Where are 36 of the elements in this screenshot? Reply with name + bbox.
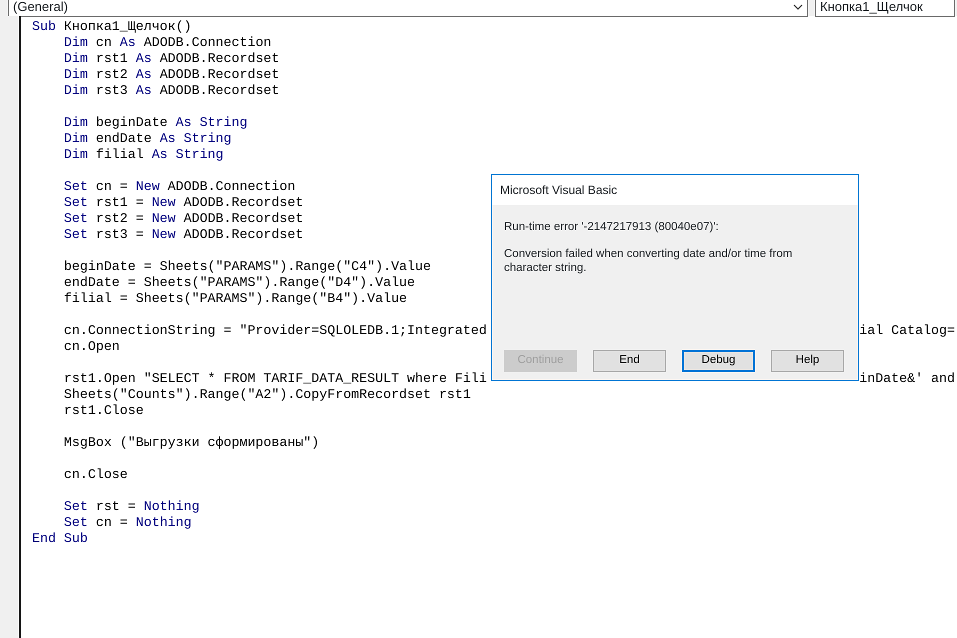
code-line: Dim beginDate As String bbox=[62, 115, 248, 131]
code-line: Dim rst2 As ADODB.Recordset bbox=[62, 67, 280, 83]
code-line: rst1.Close bbox=[62, 403, 144, 419]
code-line: Dim rst3 As ADODB.Recordset bbox=[62, 83, 280, 99]
dialog-title: Microsoft Visual Basic bbox=[492, 175, 858, 205]
code-line: MsgBox ("Выгрузки сформированы") bbox=[62, 435, 320, 451]
object-dropdown[interactable]: (General) bbox=[8, 0, 808, 17]
code-line: cn.Open bbox=[62, 339, 120, 355]
dialog-button[interactable]: End bbox=[593, 350, 666, 372]
code-line: rst1.Open "SELECT * FROM TARIF_DATA_RESULT where Fili bbox=[62, 371, 487, 387]
code-line: inDate&' and bbox=[859, 371, 955, 387]
code-line: beginDate = Sheets("PARAMS").Range("C4").Value bbox=[62, 259, 431, 275]
code-line: Dim endDate As String bbox=[62, 131, 232, 147]
code-line: cn.ConnectionString = "Provider=SQLOLEDB.1;Integrated bbox=[62, 323, 487, 339]
code-line: Set cn = Nothing bbox=[62, 515, 192, 531]
code-line: Set rst2 = New ADODB.Recordset bbox=[62, 211, 304, 227]
code-line: Sub Кнопка1_Щелчок() bbox=[32, 19, 192, 35]
error-code-text: Run-time error '-2147217913 (80040e07)': bbox=[504, 220, 720, 235]
dialog-button[interactable]: Debug bbox=[682, 350, 755, 372]
code-line: Sheets("Counts").Range("A2").CopyFromRecordset rst1 bbox=[62, 387, 471, 403]
code-line: filial = Sheets("PARAMS").Range("B4").Value bbox=[62, 291, 408, 307]
dialog-button[interactable]: Help bbox=[771, 350, 844, 372]
code-line: Set rst1 = New ADODB.Recordset bbox=[62, 195, 304, 211]
code-line: Dim filial As String bbox=[62, 147, 224, 163]
code-line: Dim rst1 As ADODB.Recordset bbox=[62, 51, 280, 67]
caret-icon bbox=[793, 4, 803, 10]
code-line: Set rst3 = New ADODB.Recordset bbox=[62, 227, 304, 243]
code-line: endDate = Sheets("PARAMS").Range("D4").Value bbox=[62, 275, 416, 291]
code-line: cn.Close bbox=[62, 467, 128, 483]
code-line: End Sub bbox=[32, 531, 88, 547]
code-line: Set rst = Nothing bbox=[62, 499, 200, 515]
code-line: ial Catalog= bbox=[859, 323, 955, 339]
error-message: Conversion failed when converting date and/or time from character string. bbox=[504, 247, 794, 276]
code-line: Dim cn As ADODB.Connection bbox=[62, 35, 272, 51]
procedure-dropdown[interactable]: Кнопка1_Щелчок bbox=[815, 0, 955, 17]
code-line: Set cn = New ADODB.Connection bbox=[62, 179, 296, 195]
